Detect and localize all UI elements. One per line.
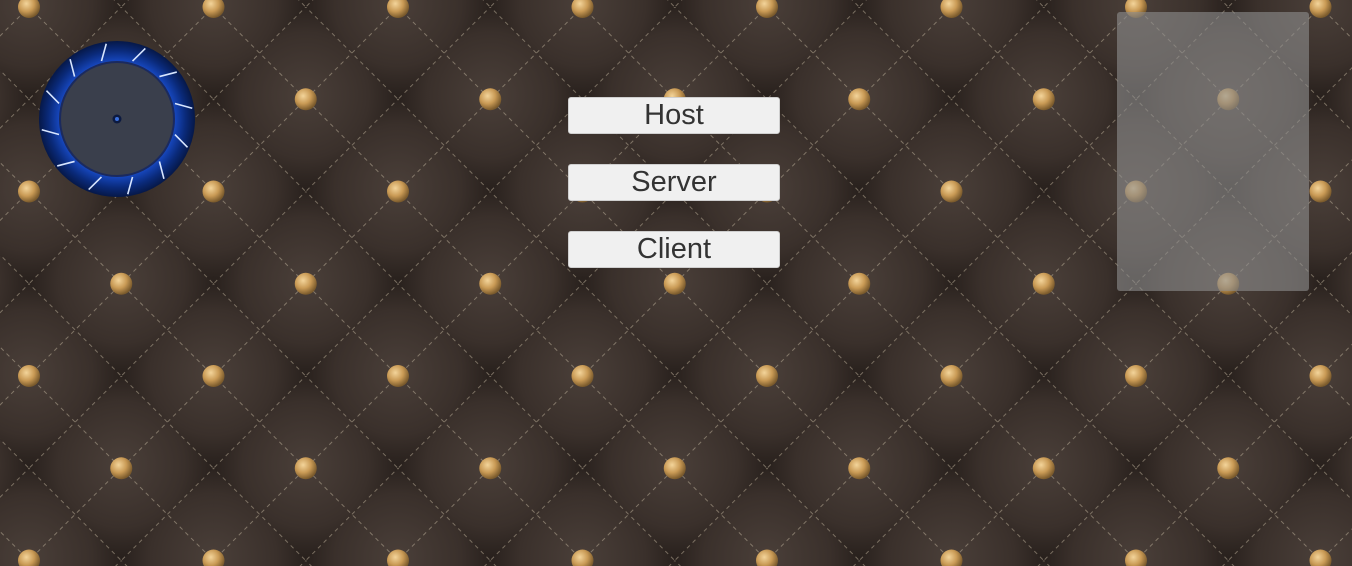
network-menu: Host Server Client <box>568 97 780 298</box>
server-button[interactable]: Server <box>568 164 780 201</box>
host-button[interactable]: Host <box>568 97 780 134</box>
side-panel <box>1117 12 1309 291</box>
client-button[interactable]: Client <box>568 231 780 268</box>
rotary-wheel-icon[interactable] <box>38 40 196 198</box>
game-screen: Host Server Client <box>0 0 1352 566</box>
